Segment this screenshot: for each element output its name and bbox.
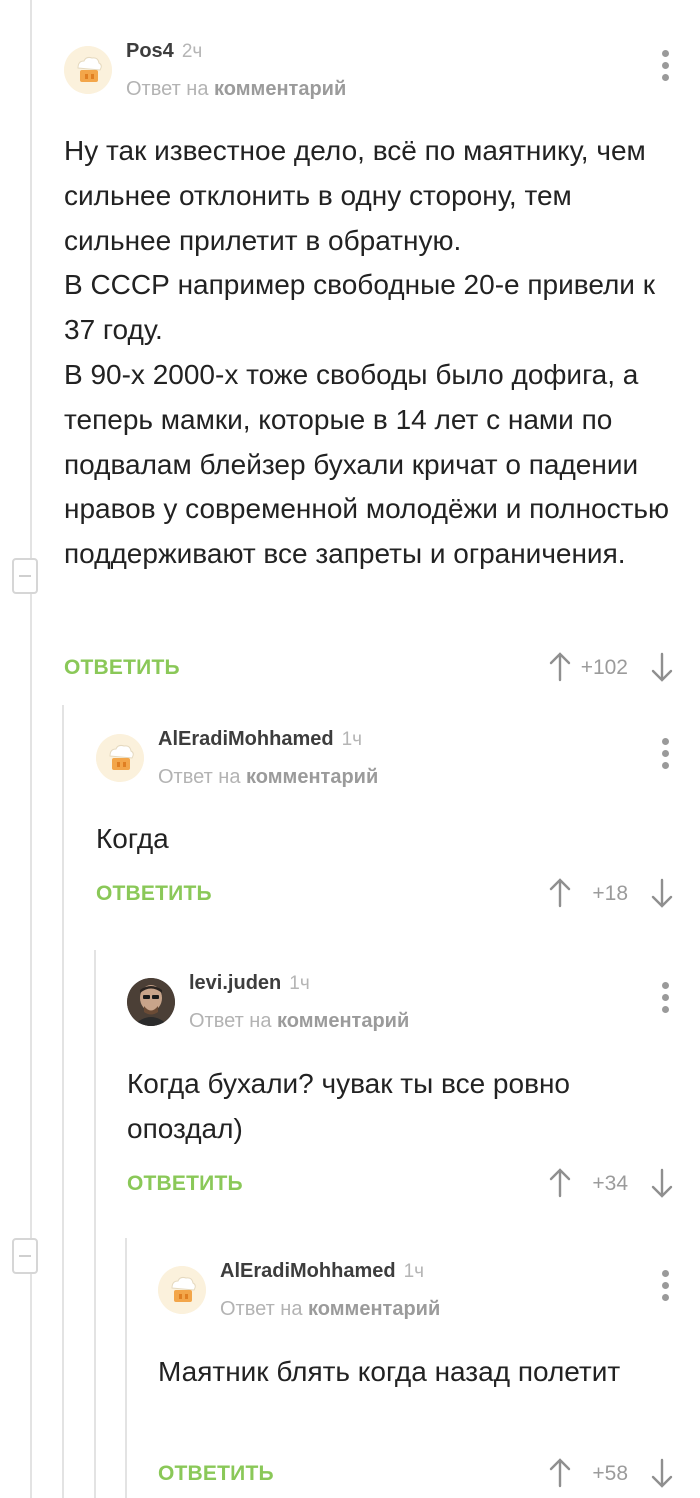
thread-line — [125, 1238, 127, 1498]
comment-text: Ну так известное дело, всё по маятнику, … — [64, 135, 670, 570]
chef-hat-avatar-icon[interactable] — [64, 46, 112, 94]
comment-footer: ОТВЕТИТЬ +58 — [158, 1458, 700, 1498]
comment-time: 1ч — [403, 1261, 425, 1282]
chef-hat-avatar-icon[interactable] — [158, 1266, 206, 1314]
comment-text: Когда бухали? чувак ты все ровно опоздал… — [127, 1068, 570, 1144]
more-options-icon[interactable] — [660, 1270, 670, 1304]
comment: AlEradiMohhamed 1ч Ответ на комментарий М… — [158, 1260, 700, 1498]
collapse-thread-button[interactable] — [12, 558, 38, 594]
arrow-up-icon[interactable] — [548, 652, 572, 682]
comment-footer: ОТВЕТИТЬ +102 — [64, 652, 700, 696]
collapse-thread-button[interactable] — [12, 1238, 38, 1274]
arrow-down-icon[interactable] — [650, 652, 674, 682]
arrow-up-icon[interactable] — [548, 1458, 572, 1488]
reply-button[interactable]: ОТВЕТИТЬ — [158, 1462, 274, 1486]
thread-line — [62, 705, 64, 1498]
comment-footer: ОТВЕТИТЬ +34 — [127, 1168, 700, 1212]
comment-text: Маятник блять когда назад полетит — [158, 1356, 621, 1387]
user-photo-avatar-icon[interactable] — [127, 978, 175, 1026]
comment-header: levi.juden 1ч Ответ на комментарий — [127, 972, 700, 1052]
more-options-icon[interactable] — [660, 982, 670, 1016]
comment-username[interactable]: AlEradiMohhamed 1ч — [158, 728, 362, 751]
reply-to-link[interactable]: Ответ на комментарий — [220, 1298, 440, 1321]
thread-line — [94, 950, 96, 1498]
comment-time: 2ч — [181, 41, 203, 62]
reply-to-link[interactable]: Ответ на комментарий — [126, 78, 346, 101]
arrow-down-icon[interactable] — [650, 1168, 674, 1198]
arrow-down-icon[interactable] — [650, 1458, 674, 1488]
comment-username[interactable]: levi.juden 1ч — [189, 972, 310, 995]
arrow-down-icon[interactable] — [650, 878, 674, 908]
comment-time: 1ч — [289, 973, 310, 994]
comment-rating: +18 — [592, 882, 628, 905]
comment-header: AlEradiMohhamed 1ч Ответ на комментарий — [158, 1260, 700, 1340]
comment: Pos4 2ч Ответ на комментарий Ну так извес… — [64, 40, 700, 696]
reply-button[interactable]: ОТВЕТИТЬ — [64, 656, 180, 680]
more-options-icon[interactable] — [660, 738, 670, 772]
reply-button[interactable]: ОТВЕТИТЬ — [96, 882, 212, 906]
comment-footer: ОТВЕТИТЬ +18 — [96, 878, 700, 922]
comment-header: AlEradiMohhamed 1ч Ответ на комментарий — [96, 728, 700, 808]
reply-button[interactable]: ОТВЕТИТЬ — [127, 1172, 243, 1196]
chef-hat-avatar-icon[interactable] — [96, 734, 144, 782]
comment-rating: +34 — [592, 1172, 628, 1195]
reply-to-link[interactable]: Ответ на комментарий — [158, 766, 378, 789]
comment-text: Когда — [96, 823, 169, 854]
more-options-icon[interactable] — [660, 50, 670, 84]
reply-to-link[interactable]: Ответ на комментарий — [189, 1010, 409, 1033]
arrow-up-icon[interactable] — [548, 1168, 572, 1198]
comment-username[interactable]: Pos4 2ч — [126, 40, 202, 63]
comment-rating: +58 — [592, 1462, 628, 1485]
comment-time: 1ч — [341, 729, 363, 750]
comment-rating: +102 — [580, 656, 628, 679]
comment-header: Pos4 2ч Ответ на комментарий — [64, 40, 700, 120]
comment: levi.juden 1ч Ответ на комментарий Когда … — [127, 972, 700, 1212]
arrow-up-icon[interactable] — [548, 878, 572, 908]
comment-username[interactable]: AlEradiMohhamed 1ч — [220, 1260, 424, 1283]
comment: AlEradiMohhamed 1ч Ответ на комментарий К… — [96, 728, 700, 922]
